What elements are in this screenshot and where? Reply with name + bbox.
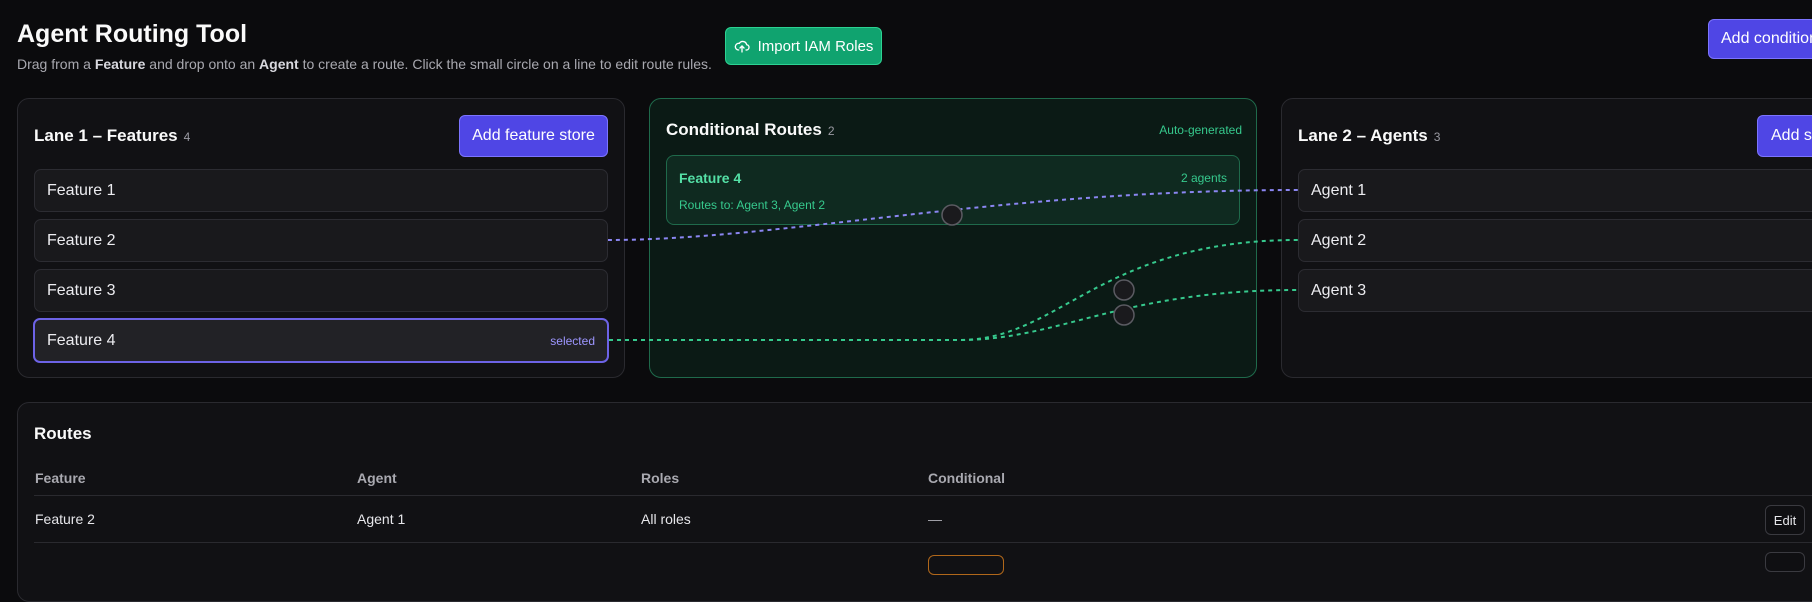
column-header-agent: Agent [357, 470, 397, 486]
column-header-conditional: Conditional [928, 470, 1005, 486]
route-handle-feature4-agent3[interactable] [1113, 304, 1135, 326]
route-handle-feature4-agent2[interactable] [1113, 279, 1135, 301]
route-handle-feature2-agent1[interactable] [941, 204, 963, 226]
conditional-tag [928, 555, 1004, 575]
route-row-conditional: — [928, 511, 942, 527]
routes-title: Routes [34, 424, 92, 443]
column-header-feature: Feature [35, 470, 86, 486]
route-line-feature4-agent2[interactable] [609, 239, 1299, 341]
column-header-roles: Roles [641, 470, 680, 486]
table-row-divider [34, 542, 1812, 543]
route-line-feature4-agent3[interactable] [609, 289, 1299, 341]
route-row-edit-button[interactable]: Edit [1765, 505, 1805, 535]
table-header-divider [34, 495, 1812, 496]
route-row-roles: All roles [641, 511, 691, 527]
routes-panel [17, 402, 1812, 602]
route-row-agent: Agent 1 [357, 511, 406, 527]
route-row-2-edit-button[interactable] [1765, 552, 1805, 572]
route-row-feature: Feature 2 [35, 511, 95, 527]
